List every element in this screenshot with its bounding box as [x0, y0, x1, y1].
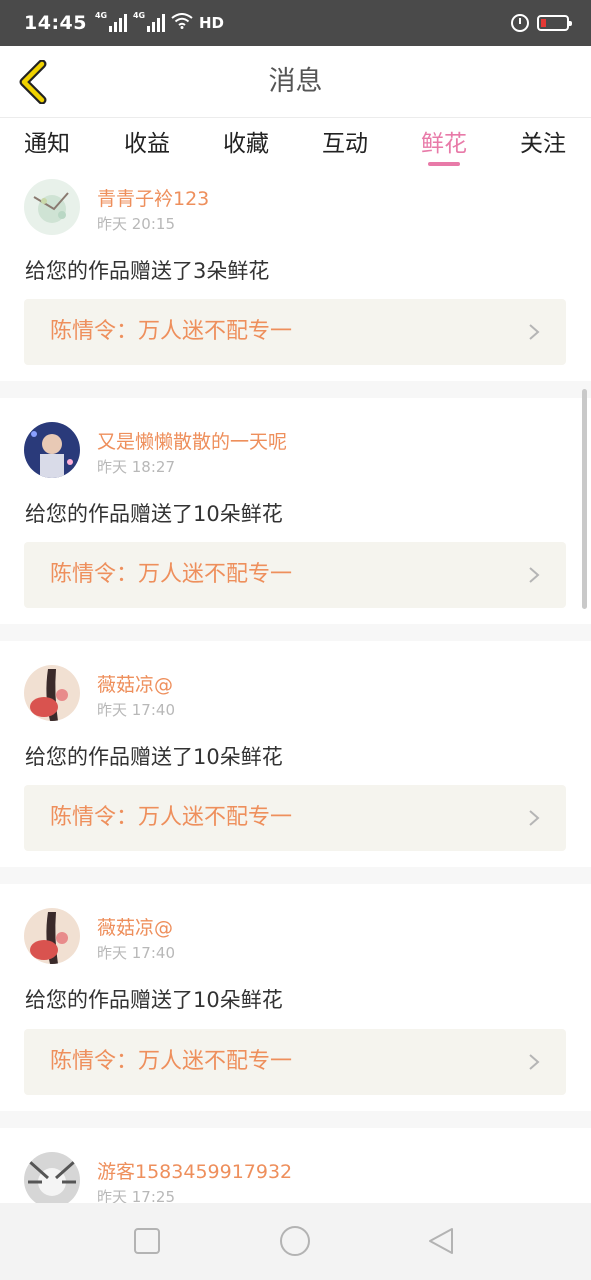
- message-time: 昨天 18:27: [97, 458, 175, 476]
- recents-button[interactable]: [131, 1225, 163, 1257]
- message-card: 薇菇凉@ 昨天 17:40 给您的作品赠送了10朵鲜花 陈情令：万人迷不配专一: [0, 884, 591, 1111]
- sender-username[interactable]: 青青子衿123: [97, 184, 209, 211]
- system-nav-bar: [0, 1203, 591, 1280]
- avatar[interactable]: [24, 179, 80, 235]
- home-button[interactable]: [279, 1225, 311, 1257]
- message-text: 给您的作品赠送了10朵鲜花: [25, 745, 283, 769]
- avatar[interactable]: [24, 665, 80, 721]
- network-type-label: 4G: [94, 11, 108, 20]
- tab-bar: 通知 收益 收藏 互动 鲜花 关注: [0, 118, 591, 173]
- recents-square-icon: [134, 1228, 160, 1254]
- message-card: 薇菇凉@ 昨天 17:40 给您的作品赠送了10朵鲜花 陈情令：万人迷不配专一: [0, 641, 591, 867]
- tab-interactions[interactable]: 互动: [310, 124, 380, 158]
- signal-icon: 4G: [94, 11, 127, 32]
- work-link[interactable]: 陈情令：万人迷不配专一: [24, 542, 566, 608]
- signal-icon: 4G: [132, 11, 165, 32]
- back-triangle-icon: [429, 1228, 453, 1254]
- app-header: 消息: [0, 46, 591, 118]
- sender-username[interactable]: 薇菇凉@: [97, 670, 173, 697]
- battery-icon: [537, 15, 572, 31]
- system-back-button[interactable]: [426, 1225, 458, 1257]
- active-tab-indicator: [428, 162, 460, 166]
- flower-message-list[interactable]: 青青子衿123 昨天 20:15 给您的作品赠送了3朵鲜花 陈情令：万人迷不配专…: [0, 173, 591, 1203]
- message-text: 给您的作品赠送了10朵鲜花: [25, 988, 283, 1012]
- work-title: 陈情令：万人迷不配专一: [50, 805, 293, 830]
- work-title: 陈情令：万人迷不配专一: [50, 1049, 293, 1074]
- status-bar: 14:45 4G 4G HD: [0, 0, 591, 46]
- sender-username[interactable]: 薇菇凉@: [97, 913, 173, 940]
- tab-favorites[interactable]: 收藏: [211, 124, 281, 158]
- message-text: 给您的作品赠送了3朵鲜花: [25, 259, 270, 283]
- tab-following[interactable]: 关注: [508, 124, 578, 158]
- avatar[interactable]: [24, 908, 80, 964]
- chevron-right-icon: [529, 810, 540, 826]
- work-title: 陈情令：万人迷不配专一: [50, 562, 293, 587]
- message-time: 昨天 17:40: [97, 944, 175, 962]
- chevron-right-icon: [529, 324, 540, 340]
- message-time: 昨天 20:15: [97, 215, 175, 233]
- home-circle-icon: [280, 1226, 310, 1256]
- network-type-label: 4G: [132, 11, 146, 20]
- alarm-icon: [511, 14, 529, 32]
- sender-username[interactable]: 又是懒懒散散的一天呢: [97, 427, 287, 454]
- chevron-right-icon: [529, 567, 540, 583]
- message-text: 给您的作品赠送了10朵鲜花: [25, 502, 283, 526]
- tab-notifications[interactable]: 通知: [12, 124, 82, 158]
- sender-username[interactable]: 游客1583459917932: [97, 1157, 292, 1184]
- network-indicators: 4G 4G HD: [94, 11, 224, 34]
- work-link[interactable]: 陈情令：万人迷不配专一: [24, 785, 566, 851]
- scrollbar[interactable]: [582, 389, 587, 609]
- work-link[interactable]: 陈情令：万人迷不配专一: [24, 299, 566, 365]
- work-title: 陈情令：万人迷不配专一: [50, 319, 293, 344]
- tab-flowers[interactable]: 鲜花: [409, 124, 479, 158]
- page-title: 消息: [268, 66, 323, 97]
- message-time: 昨天 17:40: [97, 701, 175, 719]
- message-card: 游客1583459917932 昨天 17:25: [0, 1128, 591, 1203]
- message-card: 青青子衿123 昨天 20:15 给您的作品赠送了3朵鲜花 陈情令：万人迷不配专…: [0, 173, 591, 381]
- message-time: 昨天 17:25: [97, 1188, 175, 1203]
- chevron-right-icon: [529, 1054, 540, 1070]
- avatar[interactable]: [24, 422, 80, 478]
- message-card: 又是懒懒散散的一天呢 昨天 18:27 给您的作品赠送了10朵鲜花 陈情令：万人…: [0, 398, 591, 624]
- tab-earnings[interactable]: 收益: [112, 124, 182, 158]
- avatar[interactable]: [24, 1152, 80, 1203]
- work-link[interactable]: 陈情令：万人迷不配专一: [24, 1029, 566, 1095]
- wifi-icon: [171, 12, 193, 34]
- status-time: 14:45: [24, 12, 87, 34]
- hd-indicator: HD: [198, 14, 224, 32]
- status-right-icons: [511, 14, 572, 32]
